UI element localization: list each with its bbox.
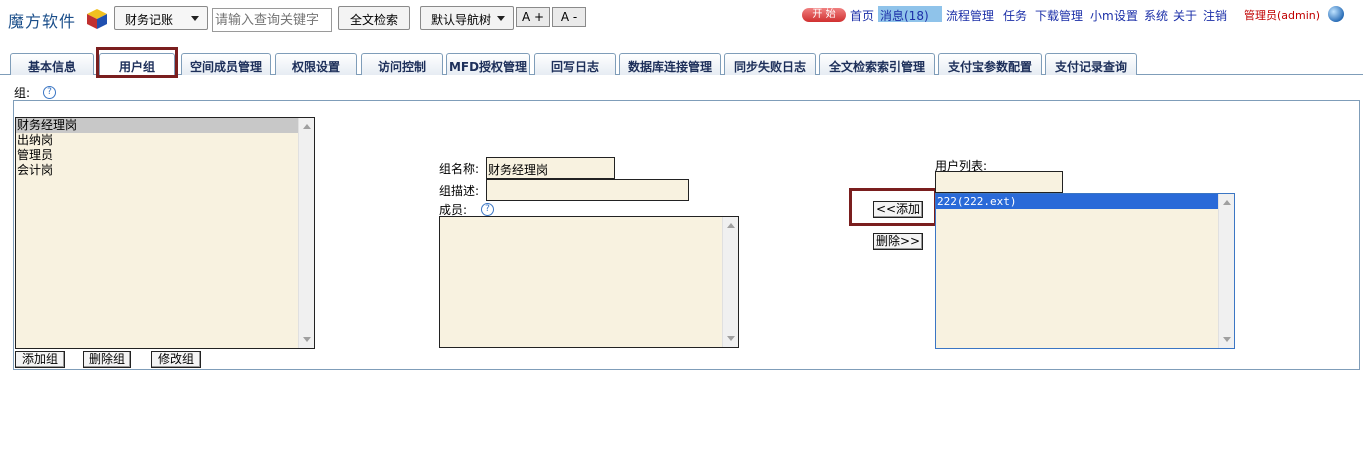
scroll-up-icon[interactable]	[303, 124, 311, 129]
members-list[interactable]	[439, 216, 739, 348]
start-badge[interactable]: 开 始	[802, 8, 846, 22]
help-icon[interactable]: ?	[481, 203, 494, 216]
members-list-scrollbar[interactable]	[722, 217, 738, 347]
user-list[interactable]: 222(222.ext)	[935, 193, 1235, 349]
cube-logo-icon	[87, 9, 107, 29]
tasks-link[interactable]: 任务	[1003, 7, 1027, 24]
font-decrease-button[interactable]: A -	[552, 7, 586, 27]
group-list-item[interactable]: 出纳岗	[16, 133, 314, 148]
fulltext-search-button[interactable]: 全文检索	[338, 6, 410, 30]
nav-tree-dropdown[interactable]: 默认导航树	[420, 6, 514, 30]
user-list-item[interactable]: 222(222.ext)	[936, 194, 1234, 209]
group-desc-label: 组描述:	[439, 184, 480, 198]
tab-alipay-config[interactable]: 支付宝参数配置	[938, 53, 1042, 75]
scroll-down-icon[interactable]	[303, 337, 311, 342]
tab-fulltext-index[interactable]: 全文检索索引管理	[819, 53, 935, 75]
app-logo-text: 魔方软件	[8, 12, 77, 31]
group-desc-field[interactable]	[486, 179, 689, 201]
workflow-link[interactable]: 流程管理	[946, 7, 994, 24]
tab-highlight-box	[96, 47, 178, 78]
add-member-button[interactable]: <<添加	[873, 201, 923, 218]
group-name-label: 组名称:	[439, 162, 480, 176]
group-list-item[interactable]: 管理员	[16, 148, 314, 163]
tab-sync-failure-log[interactable]: 同步失败日志	[724, 53, 816, 75]
xiaom-link[interactable]: 小m	[1090, 7, 1114, 24]
user-filter-field[interactable]	[935, 171, 1063, 193]
messages-link[interactable]: 消息(18)	[880, 7, 929, 24]
group-list-scrollbar[interactable]	[298, 118, 314, 348]
scroll-down-icon[interactable]	[1223, 337, 1231, 342]
group-name-field[interactable]: 财务经理岗	[486, 157, 615, 179]
remove-member-button[interactable]: 删除>>	[873, 233, 923, 250]
tab-access-control[interactable]: 访问控制	[361, 53, 443, 75]
logout-link[interactable]: 注销	[1203, 7, 1227, 24]
add-group-button[interactable]: 添加组	[15, 351, 65, 368]
group-list-item[interactable]: 会计岗	[16, 163, 314, 178]
scroll-down-icon[interactable]	[727, 336, 735, 341]
delete-group-button[interactable]: 删除组	[83, 351, 131, 368]
tab-basic-info[interactable]: 基本信息	[10, 53, 94, 75]
tab-permissions[interactable]: 权限设置	[275, 53, 357, 75]
tab-mfd-auth[interactable]: MFD授权管理	[446, 53, 530, 75]
group-list[interactable]: 财务经理岗 出纳岗 管理员 会计岗	[15, 117, 315, 349]
user-list-scrollbar[interactable]	[1218, 194, 1234, 348]
admin-user-label: 管理员(admin)	[1244, 9, 1321, 22]
system-link[interactable]: 系统	[1144, 7, 1168, 24]
chevron-down-icon	[191, 16, 199, 21]
nav-tree-label: 默认导航树	[431, 13, 492, 27]
font-increase-button[interactable]: A +	[516, 7, 550, 27]
about-link[interactable]: 关于	[1173, 7, 1197, 24]
globe-icon[interactable]	[1328, 6, 1344, 22]
module-select-value: 财务记账	[125, 13, 174, 27]
scroll-up-icon[interactable]	[727, 223, 735, 228]
home-link[interactable]: 首页	[850, 7, 874, 24]
tab-writeback-log[interactable]: 回写日志	[534, 53, 616, 75]
help-icon[interactable]: ?	[43, 86, 56, 99]
tab-space-members[interactable]: 空间成员管理	[181, 53, 271, 75]
search-input[interactable]	[212, 8, 332, 32]
tab-db-connections[interactable]: 数据库连接管理	[619, 53, 721, 75]
edit-group-button[interactable]: 修改组	[151, 351, 201, 368]
chevron-down-icon	[497, 16, 505, 21]
settings-link[interactable]: 设置	[1114, 7, 1138, 24]
downloads-link[interactable]: 下载管理	[1035, 7, 1083, 24]
group-label: 组:	[14, 86, 31, 100]
group-list-item[interactable]: 财务经理岗	[16, 118, 314, 133]
module-select[interactable]: 财务记账	[114, 6, 208, 30]
tab-payment-records[interactable]: 支付记录查询	[1045, 53, 1137, 75]
scroll-up-icon[interactable]	[1223, 200, 1231, 205]
